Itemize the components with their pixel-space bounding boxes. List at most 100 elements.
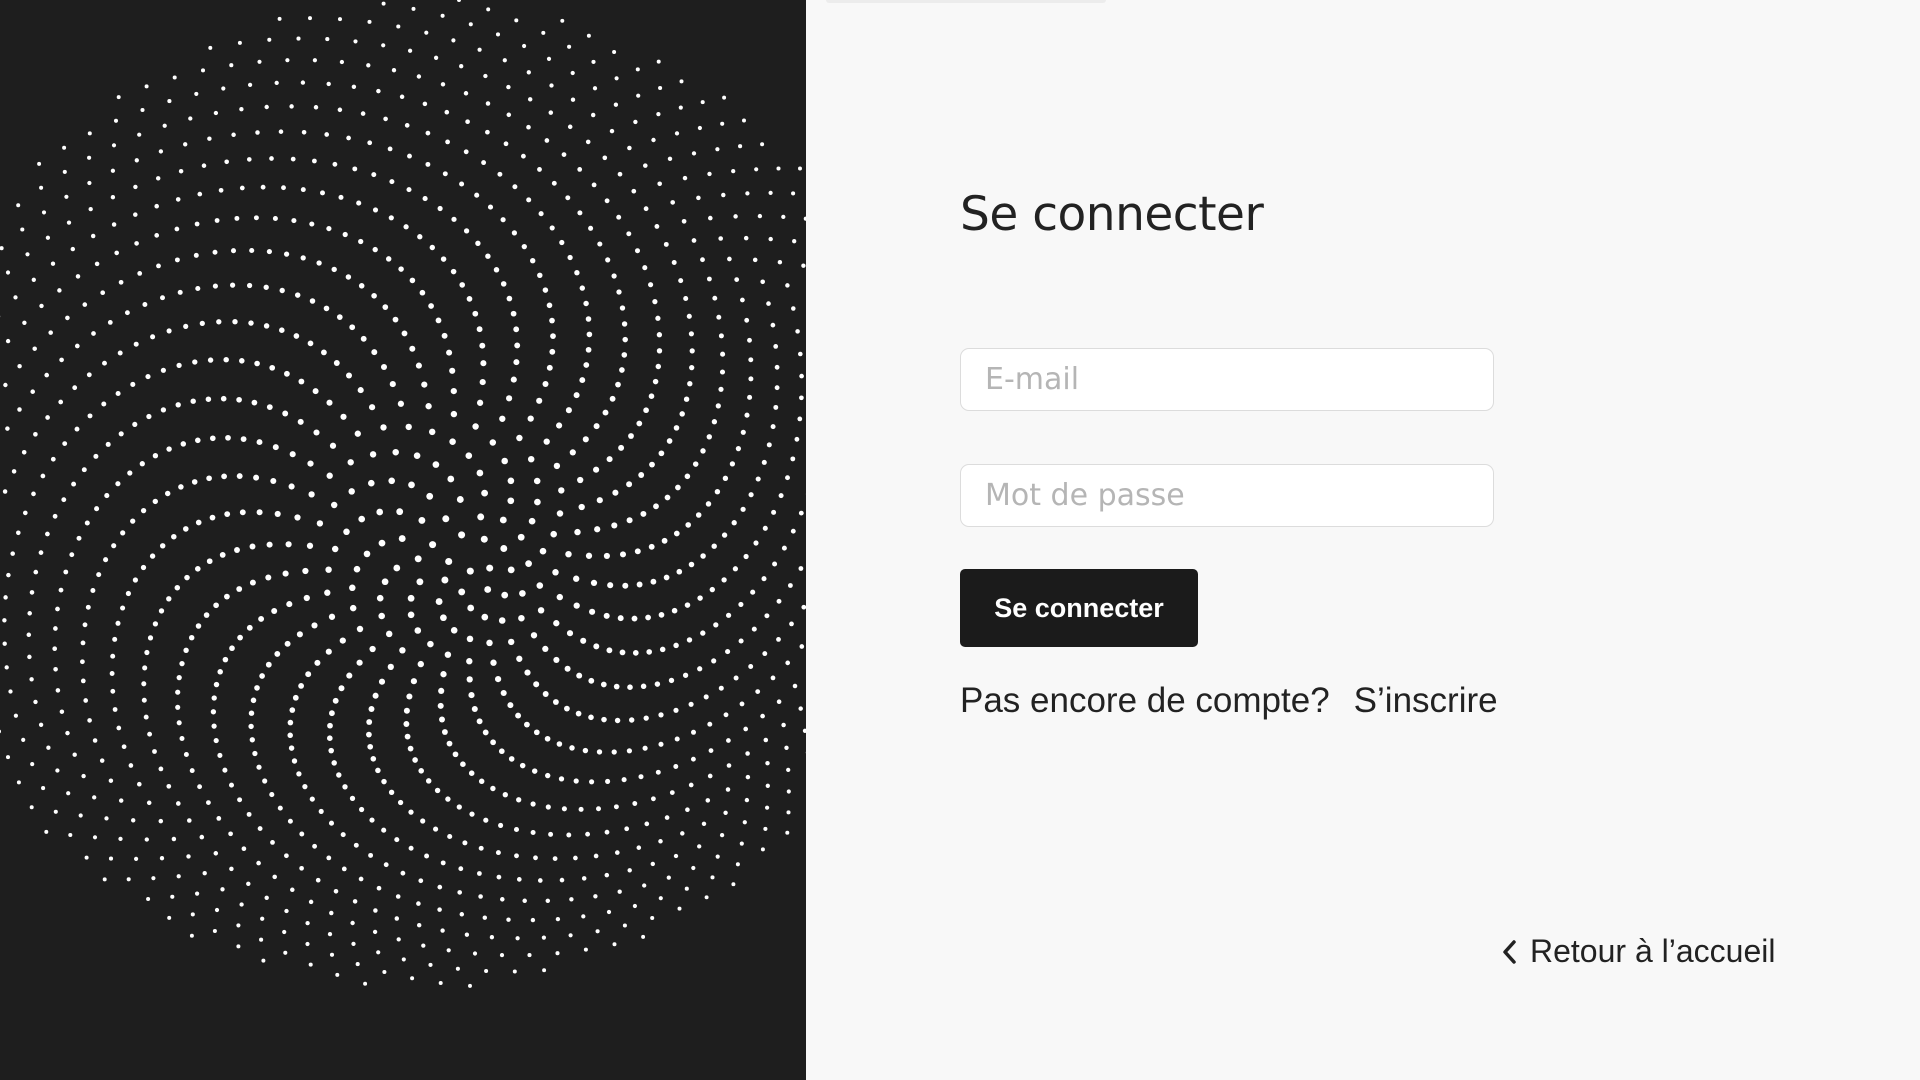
signup-link[interactable]: S’inscrire (1354, 681, 1498, 721)
spiral-dot (545, 804, 551, 810)
spiral-dot (0, 246, 4, 251)
spiral-dot (553, 656, 560, 663)
spiral-dot (596, 806, 601, 812)
spiral-dot (500, 217, 506, 223)
top-tab-decoration (826, 0, 1106, 3)
spiral-dot (689, 348, 695, 354)
spiral-dot (512, 969, 517, 974)
spiral-dot (107, 320, 113, 325)
spiral-dot (105, 441, 111, 447)
spiral-dot (521, 243, 527, 250)
spiral-dot (329, 710, 335, 717)
spiral-dot (476, 399, 484, 406)
spiral-dot (447, 833, 453, 840)
spiral-dot (611, 273, 617, 279)
spiral-dot (69, 552, 75, 558)
back-to-home-link[interactable]: Retour à l’accueil (1496, 933, 1775, 970)
password-field[interactable] (960, 464, 1494, 527)
spiral-dot (175, 197, 181, 202)
spiral-dot (567, 254, 573, 261)
spiral-dot (549, 83, 554, 88)
spiral-dot (588, 714, 594, 721)
spiral-dot (115, 390, 121, 397)
spiral-dot (114, 250, 119, 256)
spiral-dot (184, 574, 190, 581)
spiral-dot (213, 110, 219, 116)
spiral-dot (22, 510, 28, 516)
spiral-dot (549, 348, 556, 355)
spiral-dot (710, 875, 715, 880)
spiral-dot (438, 687, 445, 694)
spiral-dot (622, 582, 629, 589)
spiral-dot (790, 528, 796, 534)
spiral-dot (5, 755, 11, 760)
spiral-dot (781, 545, 787, 551)
spiral-dot (678, 105, 683, 110)
spiral-dot (643, 163, 648, 168)
spiral-dot (265, 574, 272, 581)
spiral-dot (634, 248, 641, 254)
spiral-dot (546, 56, 552, 61)
spiral-dot (476, 469, 484, 477)
spiral-dot (353, 842, 359, 848)
spiral-dot (325, 566, 332, 573)
spiral-dot (368, 479, 375, 487)
spiral-dot (194, 891, 200, 896)
spiral-dot (394, 837, 400, 843)
spiral-dot (684, 602, 691, 608)
spiral-dot (416, 74, 422, 79)
spiral-dot (71, 481, 77, 487)
spiral-dot (735, 446, 742, 452)
spiral-dot (308, 962, 313, 967)
spiral-dot (459, 64, 464, 69)
spiral-dot (358, 806, 365, 813)
spiral-dot (183, 752, 189, 757)
spiral-dot (50, 456, 56, 462)
spiral-dot (760, 713, 765, 719)
spiral-dot (94, 506, 100, 512)
spiral-dot (416, 901, 421, 906)
spiral-dot (327, 722, 333, 729)
spiral-dot (731, 882, 736, 887)
spiral-dot (376, 508, 384, 516)
spiral-dot (17, 363, 22, 369)
spiral-dot (409, 345, 416, 352)
spiral-dot (652, 378, 659, 385)
spiral-dot (682, 175, 688, 181)
spiral-dot (673, 764, 679, 769)
spiral-dot (684, 886, 689, 891)
spiral-dot (556, 741, 563, 747)
spiral-dot (801, 263, 806, 268)
spiral-dot (715, 147, 720, 152)
spiral-dot (144, 84, 149, 89)
spiral-dot (328, 747, 334, 754)
spiral-dot (441, 729, 448, 735)
spiral-dot (274, 510, 281, 517)
spiral-dot (592, 86, 598, 91)
spiral-dot (293, 333, 300, 339)
spiral-dot (102, 877, 107, 882)
email-field[interactable] (960, 348, 1494, 411)
spiral-dot (393, 564, 401, 572)
spiral-dot (141, 681, 147, 687)
spiral-dot (607, 582, 614, 589)
spiral-dot (527, 455, 535, 463)
spiral-dot (103, 557, 109, 563)
spiral-dot (318, 808, 324, 814)
spiral-dot (284, 640, 291, 647)
spiral-dot (397, 799, 404, 806)
login-button[interactable]: Se connecter (960, 569, 1198, 647)
spiral-dot (27, 611, 32, 616)
spiral-dot (33, 431, 38, 437)
spiral-dot (525, 560, 532, 567)
spiral-dot (715, 403, 721, 409)
spiral-dot (766, 301, 771, 306)
spiral-dot (299, 865, 304, 871)
spiral-dot (785, 283, 790, 288)
spiral-dot (544, 138, 550, 143)
spiral-dot (426, 492, 434, 500)
spiral-dot (530, 801, 536, 807)
spiral-dot (87, 131, 92, 136)
spiral-dot (394, 916, 400, 921)
spiral-dot (349, 324, 356, 331)
